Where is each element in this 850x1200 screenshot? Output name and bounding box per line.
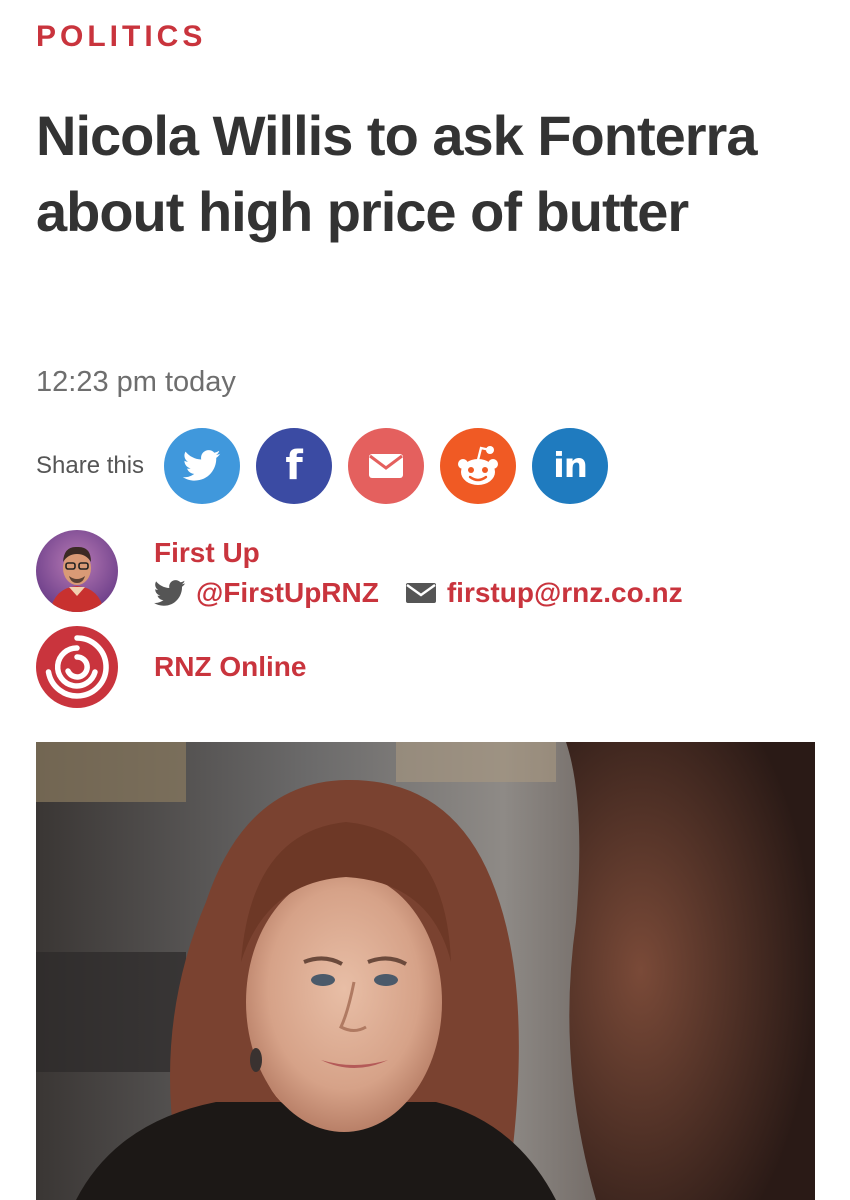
- rnz-logo-icon: [36, 626, 118, 708]
- share-email-button[interactable]: [348, 428, 425, 504]
- envelope-icon: [369, 454, 404, 478]
- share-linkedin-button[interactable]: in: [532, 428, 609, 504]
- author-email: firstup@rnz.co.nz: [446, 577, 683, 608]
- author-twitter-handle: @FirstUpRNZ: [196, 577, 379, 608]
- author-name[interactable]: First Up: [154, 536, 683, 570]
- article-headline: Nicola Willis to ask Fonterra about high…: [36, 104, 757, 243]
- share-bar: Share this f in: [36, 428, 624, 504]
- twitter-bird-icon: [183, 450, 221, 481]
- twitter-bird-icon: [154, 579, 186, 606]
- author-email-link[interactable]: firstup@rnz.co.nz: [405, 576, 683, 610]
- share-reddit-button[interactable]: [440, 428, 517, 504]
- author-byline: First Up @FirstUpRNZ firstup@rnz.co.nz: [36, 530, 683, 612]
- linkedin-in-icon: in: [553, 446, 588, 486]
- organization-byline: RNZ Online: [36, 626, 306, 708]
- author-twitter-link[interactable]: @FirstUpRNZ: [154, 576, 379, 610]
- organization-name[interactable]: RNZ Online: [154, 651, 306, 683]
- share-facebook-button[interactable]: f: [256, 428, 333, 504]
- section-link-politics[interactable]: POLITICS: [36, 20, 206, 54]
- facebook-f-icon: f: [285, 443, 303, 489]
- envelope-icon: [405, 583, 436, 603]
- share-twitter-button[interactable]: [164, 428, 241, 504]
- share-label: Share this: [36, 452, 145, 479]
- author-avatar[interactable]: [36, 530, 118, 612]
- article-timestamp: 12:23 pm today: [36, 366, 236, 398]
- reddit-alien-icon: [458, 446, 499, 485]
- article-hero-image: [36, 742, 815, 1200]
